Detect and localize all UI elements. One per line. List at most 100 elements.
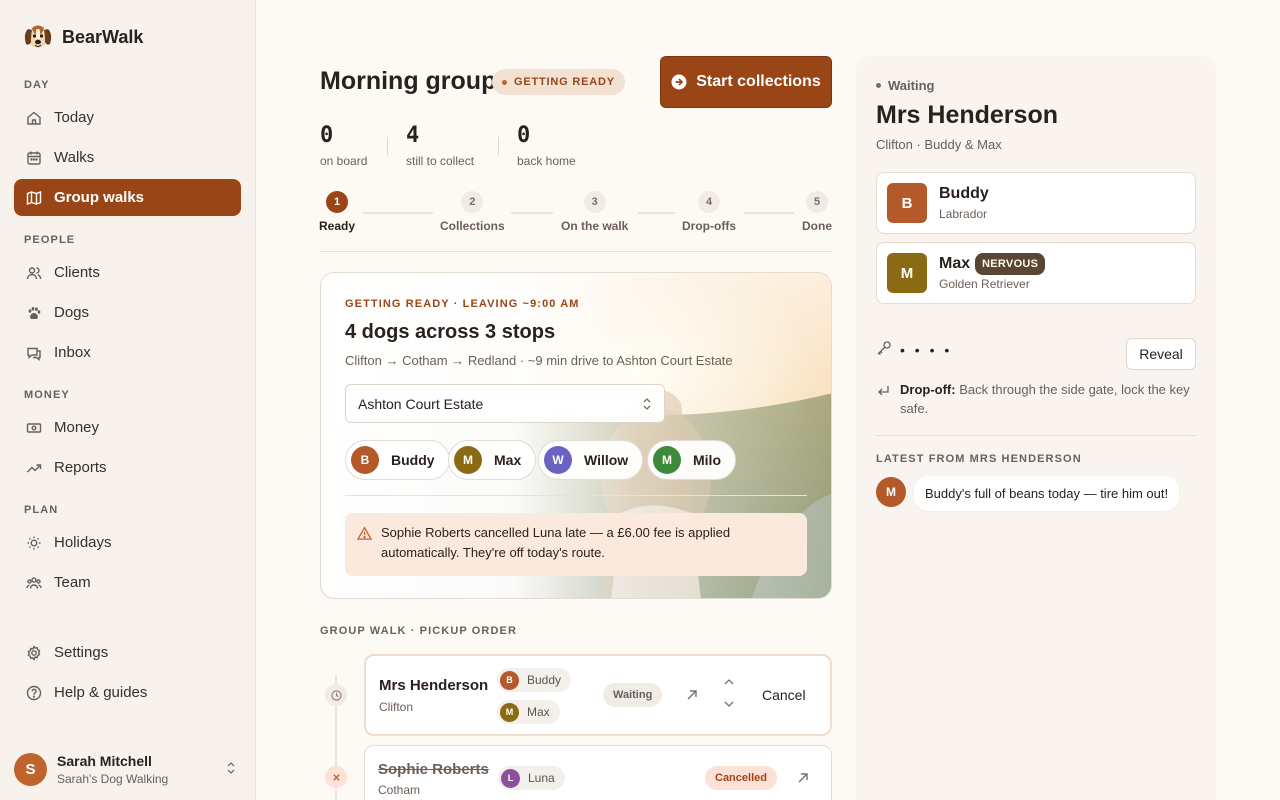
- stat-value: 0: [320, 123, 334, 148]
- step-done[interactable]: 5 Done: [802, 191, 832, 233]
- divider: [387, 137, 388, 155]
- stat-on-board: 0 on board: [320, 123, 367, 168]
- user-account-switcher[interactable]: S Sarah Mitchell Sarah's Dog Walking: [14, 751, 241, 787]
- dog-name: Milo: [693, 452, 721, 468]
- step-number: 4: [698, 191, 720, 213]
- stat-value: 4: [406, 123, 420, 148]
- stop-card-mrs-henderson[interactable]: Mrs Henderson Clifton B Buddy M Max Wait…: [364, 654, 832, 736]
- message-bubble: Buddy's full of beans today — tire him o…: [914, 476, 1180, 511]
- sidebar-item-settings[interactable]: Settings: [14, 634, 241, 671]
- dog-chip-willow[interactable]: W Willow: [538, 440, 644, 480]
- sidebar-item-money[interactable]: Money: [14, 409, 241, 446]
- trending-up-icon: [27, 463, 42, 472]
- step-label: Ready: [319, 219, 356, 233]
- sun-icon: [27, 536, 41, 549]
- step-label: Done: [802, 219, 832, 233]
- sidebar-item-walks[interactable]: Walks: [14, 139, 241, 176]
- sidebar-item-reports[interactable]: Reports: [14, 449, 241, 486]
- step-on-the-walk[interactable]: 3 On the walk: [561, 191, 628, 233]
- dog-name: Buddy: [527, 673, 562, 687]
- sidebar: BearWalk DAY Today Walks Group walks PEO…: [0, 0, 256, 800]
- dog-avatar: B: [351, 446, 379, 474]
- dropoff-instructions: Drop-off: Back through the side gate, lo…: [900, 380, 1200, 418]
- step-drop-offs[interactable]: 4 Drop-offs: [682, 191, 736, 233]
- dog-avatar: M: [887, 253, 927, 293]
- client-status-label: Waiting: [888, 78, 935, 93]
- warning-icon: [357, 526, 372, 540]
- step-number: 5: [806, 191, 828, 213]
- route-summary: Clifton → Cotham → Redland · ~9 min driv…: [345, 353, 733, 368]
- start-collections-button[interactable]: Start collections: [660, 56, 832, 108]
- chat-icon: [27, 347, 41, 361]
- stop-area: Clifton: [379, 700, 414, 714]
- sidebar-item-label: Clients: [54, 264, 100, 281]
- dog-breed: Labrador: [939, 207, 988, 221]
- dog-name: Willow: [584, 452, 629, 468]
- sidebar-item-group-walks[interactable]: Group walks: [14, 179, 241, 216]
- sidebar-item-help[interactable]: Help & guides: [14, 674, 241, 711]
- dog-chip-buddy[interactable]: B Buddy: [345, 440, 450, 480]
- sidebar-item-today[interactable]: Today: [14, 99, 241, 136]
- reveal-key-button[interactable]: Reveal: [1126, 338, 1196, 370]
- team-icon: [26, 576, 42, 589]
- open-external-icon[interactable]: [795, 770, 811, 786]
- return-arrow-icon: [878, 386, 889, 396]
- step-number: 2: [461, 191, 484, 213]
- sidebar-item-label: Inbox: [54, 344, 91, 361]
- nav-section-day: DAY: [24, 79, 50, 91]
- move-down-icon[interactable]: [723, 698, 735, 710]
- dog-card-buddy[interactable]: B Buddy Labrador: [876, 172, 1196, 234]
- sidebar-item-label: Reports: [54, 459, 107, 476]
- nervous-badge: NERVOUS: [975, 253, 1046, 275]
- stat-back-home: 0 back home: [517, 123, 576, 168]
- walk-location-select[interactable]: Ashton Court Estate: [345, 384, 665, 423]
- step-connector: [511, 212, 553, 214]
- client-status: Waiting: [876, 78, 934, 93]
- sidebar-item-inbox[interactable]: Inbox: [14, 334, 241, 371]
- cancel-stop-button[interactable]: Cancel: [762, 687, 806, 703]
- sidebar-item-clients[interactable]: Clients: [14, 254, 241, 291]
- nav-section-people: PEOPLE: [24, 234, 76, 246]
- move-up-icon[interactable]: [723, 676, 735, 688]
- dog-name: Buddy: [939, 185, 989, 202]
- divider: [345, 495, 807, 496]
- brand-name: BearWalk: [62, 26, 144, 47]
- dog-name: Max: [494, 452, 522, 468]
- brand[interactable]: BearWalk: [22, 20, 143, 54]
- group-summary-card: GETTING READY · LEAVING ~9:00 AM 4 dogs …: [320, 272, 832, 599]
- alert-text: Sophie Roberts cancelled Luna late — a £…: [381, 525, 731, 560]
- banknote-icon: [26, 422, 42, 433]
- dog-chip-max[interactable]: M Max: [448, 440, 537, 480]
- sidebar-item-label: Dogs: [54, 304, 90, 321]
- sidebar-item-holidays[interactable]: Holidays: [14, 524, 241, 561]
- dog-avatar: M: [454, 446, 482, 474]
- dog-chip-milo[interactable]: M Milo: [647, 440, 736, 480]
- latest-message-heading: LATEST FROM MRS HENDERSON: [876, 453, 1082, 465]
- sidebar-item-label: Help & guides: [54, 684, 148, 701]
- status-badge-label: GETTING READY: [514, 76, 615, 88]
- sidebar-item-label: Team: [54, 574, 91, 591]
- beagle-logo-icon: [24, 25, 52, 48]
- chevron-up-down-icon: [643, 398, 651, 410]
- help-icon: [26, 685, 42, 700]
- open-external-icon[interactable]: [684, 687, 700, 703]
- walk-location-value: Ashton Court Estate: [358, 395, 484, 412]
- status-badge: Waiting: [603, 683, 663, 707]
- stop-name: Sophie Roberts: [378, 761, 489, 778]
- departure-kicker: GETTING READY · LEAVING ~9:00 AM: [345, 298, 580, 310]
- dog-name: Buddy: [391, 452, 435, 468]
- step-collections[interactable]: 2 Collections: [440, 191, 505, 233]
- step-ready[interactable]: 1 Ready: [319, 191, 355, 233]
- client-detail-panel: Waiting Mrs Henderson Clifton · Buddy & …: [856, 56, 1216, 800]
- start-collections-label: Start collections: [696, 73, 821, 90]
- sidebar-item-team[interactable]: Team: [14, 564, 241, 601]
- pickup-order-heading: GROUP WALK · PICKUP ORDER: [320, 625, 517, 637]
- dog-chip-buddy: B Buddy: [497, 668, 572, 692]
- stop-card-sophie-roberts[interactable]: Sophie Roberts Cotham L Luna Cancelled: [364, 745, 832, 800]
- avatar: M: [876, 477, 906, 507]
- dog-card-max[interactable]: M Max NERVOUS Golden Retriever: [876, 242, 1196, 304]
- client-name: Mrs Henderson: [876, 101, 1058, 129]
- sidebar-item-dogs[interactable]: Dogs: [14, 294, 241, 331]
- dog-name: Max: [527, 705, 550, 719]
- sidebar-item-label: Walks: [54, 149, 95, 166]
